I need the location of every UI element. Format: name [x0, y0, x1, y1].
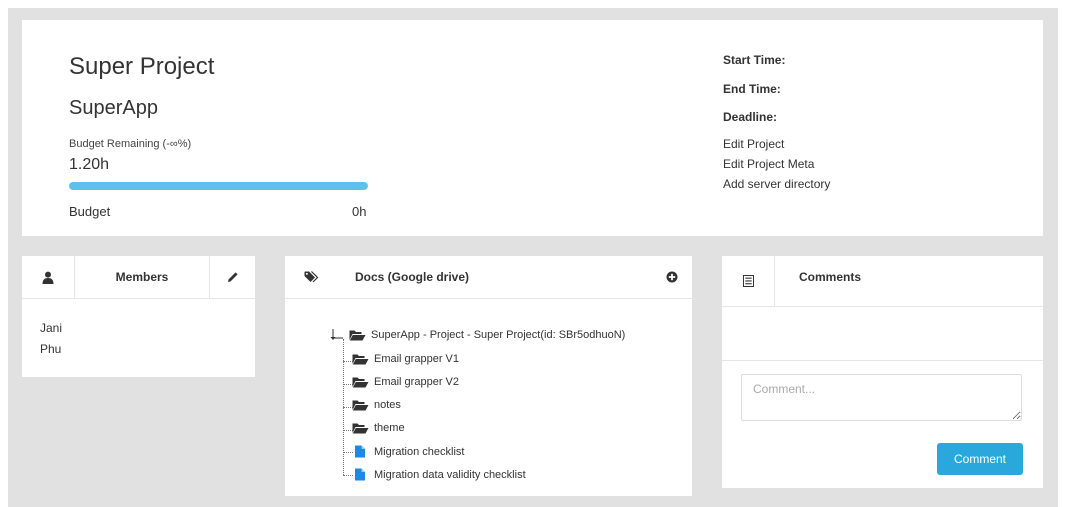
- divider: [722, 360, 1043, 361]
- budget-progress-fill: [69, 182, 368, 190]
- tree-item-label: Migration data validity checklist: [374, 468, 526, 481]
- tree-root-label: SuperApp - Project - Super Project(id: S…: [371, 329, 626, 341]
- members-panel: Members Jani Phu: [22, 256, 255, 377]
- folder-open-icon: [352, 377, 369, 388]
- project-summary-card: Super Project SuperApp Budget Remaining …: [22, 20, 1043, 236]
- member-name: Phu: [40, 342, 62, 356]
- tree-folder-item[interactable]: theme: [352, 422, 405, 434]
- add-doc-plus-circle-icon[interactable]: [652, 256, 692, 298]
- edit-project-link[interactable]: Edit Project: [723, 137, 784, 151]
- tree-item-label: Email grapper V1: [374, 353, 459, 365]
- docs-panel-title: Docs (Google drive): [354, 270, 470, 284]
- folder-open-icon: [352, 400, 369, 411]
- comments-panel-title: Comments: [798, 270, 861, 284]
- deadline-label: Deadline:: [723, 110, 778, 124]
- edit-members-pencil-icon[interactable]: [210, 256, 255, 298]
- tree-file-item[interactable]: Migration checklist: [352, 445, 464, 458]
- comment-input[interactable]: [741, 374, 1022, 421]
- tree-root-node[interactable]: SuperApp - Project - Super Project(id: S…: [330, 329, 625, 341]
- tree-folder-item[interactable]: Email grapper V2: [352, 376, 459, 388]
- edit-project-meta-link[interactable]: Edit Project Meta: [723, 157, 814, 171]
- tags-icon: [285, 256, 337, 298]
- file-icon: [355, 445, 365, 458]
- start-time-label: Start Time:: [723, 53, 786, 67]
- folder-open-icon: [352, 354, 369, 365]
- budget-progress-bar: [69, 182, 368, 190]
- member-name: Jani: [40, 321, 63, 335]
- comment-submit-button[interactable]: Comment: [937, 443, 1023, 475]
- docs-panel-header: Docs (Google drive): [285, 256, 692, 299]
- app-name: SuperApp: [69, 97, 158, 119]
- tree-item-label: theme: [374, 422, 405, 434]
- budget-label: Budget: [69, 204, 111, 219]
- docs-panel: Docs (Google drive) SuperApp - Project -…: [285, 256, 692, 496]
- list-icon: [722, 256, 774, 306]
- tree-folder-item[interactable]: Email grapper V1: [352, 353, 459, 365]
- user-icon: [22, 256, 74, 298]
- members-panel-header: Members: [22, 256, 255, 299]
- add-server-directory-link[interactable]: Add server directory: [723, 177, 830, 191]
- tree-item-label: Migration checklist: [374, 445, 465, 458]
- budget-value: 0h: [352, 204, 367, 219]
- expand-arrow-icon[interactable]: [330, 329, 344, 341]
- folder-open-icon: [352, 423, 369, 434]
- project-title: Super Project: [69, 53, 215, 80]
- page-background: Super Project SuperApp Budget Remaining …: [8, 8, 1058, 507]
- hours-spent: 1.20h: [69, 156, 110, 173]
- end-time-label: End Time:: [723, 82, 781, 96]
- tree-item-label: notes: [374, 399, 401, 411]
- tree-file-item[interactable]: Migration data validity checklist: [352, 468, 526, 481]
- tree-item-label: Email grapper V2: [374, 376, 459, 388]
- file-icon: [355, 468, 365, 481]
- members-panel-title: Members: [115, 270, 169, 284]
- budget-remaining-label: Budget Remaining (-∞%): [69, 138, 192, 150]
- folder-open-icon: [349, 330, 366, 341]
- tree-folder-item[interactable]: notes: [352, 399, 401, 411]
- comments-panel: Comments Comment: [722, 256, 1043, 488]
- comments-panel-header: Comments: [722, 256, 1043, 307]
